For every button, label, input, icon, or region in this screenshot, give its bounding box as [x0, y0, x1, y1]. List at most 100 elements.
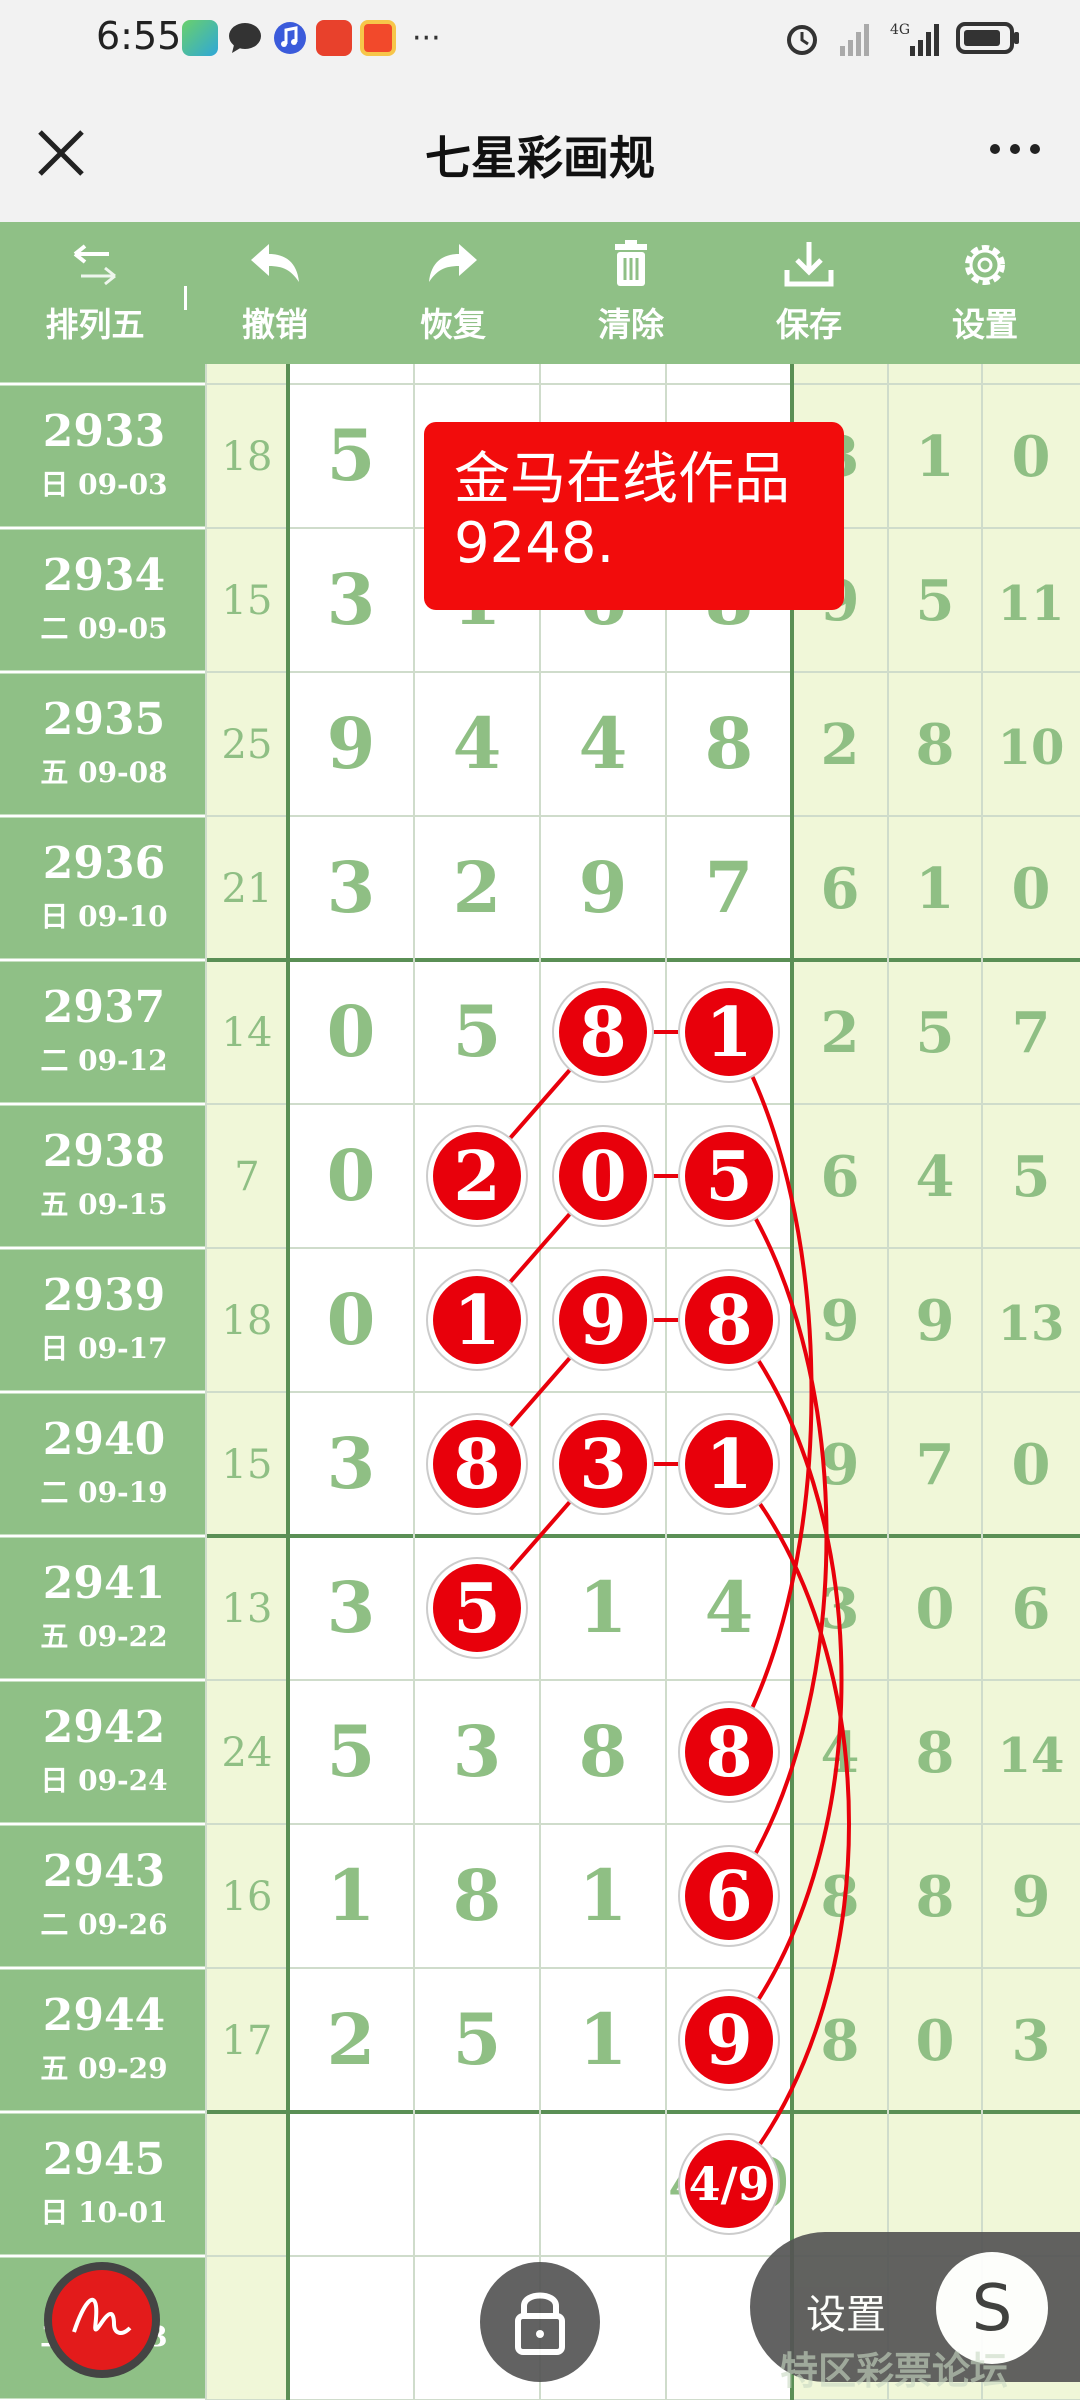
digit-cell[interactable]: 2 — [453, 846, 502, 929]
status-time: 6:55 — [96, 14, 182, 58]
digit-cell[interactable]: 3 — [453, 1710, 502, 1793]
app-screen: { "status_bar": {"time": "6:55", "more":… — [0, 0, 1080, 2400]
notification-icons: ··· — [182, 20, 441, 56]
ball-value[interactable]: 0 — [579, 1137, 626, 1217]
sum-value: 21 — [222, 866, 273, 912]
more-icon[interactable] — [980, 128, 1050, 178]
save-button[interactable]: 保存 — [734, 240, 884, 346]
issue-date: 二 09-05 — [40, 612, 167, 645]
ball-value[interactable]: 1 — [453, 1281, 500, 1361]
gear-icon — [965, 245, 1005, 285]
ball-value[interactable]: 5 — [453, 1569, 500, 1649]
ball-value[interactable]: 8 — [705, 1281, 752, 1361]
stat-cell: 6 — [821, 856, 860, 922]
digit-cell[interactable]: 8 — [705, 702, 754, 785]
ball-value[interactable]: 6 — [705, 1857, 752, 1937]
issue-number: 2933 — [43, 406, 165, 457]
toolbar-separator — [184, 286, 187, 310]
digit-cell[interactable]: 5 — [327, 1710, 376, 1793]
stat-cell: 5 — [916, 1000, 955, 1066]
stat-cell: 7 — [916, 1432, 955, 1498]
toolbar-label: 保存 — [776, 305, 842, 344]
digit-cell[interactable]: 5 — [327, 414, 376, 497]
signal-icon — [840, 24, 869, 56]
issue-number: 2943 — [43, 1846, 165, 1897]
lock-button[interactable] — [480, 2262, 600, 2382]
digit-cell[interactable]: 3 — [327, 1566, 376, 1649]
stat-cell: 9 — [821, 1288, 860, 1354]
digit-cell[interactable]: 1 — [327, 1854, 376, 1937]
stat-cell: 11 — [998, 576, 1065, 632]
digit-cell[interactable]: 9 — [327, 702, 376, 785]
issue-number: 2939 — [43, 1270, 165, 1321]
floating-settings-label[interactable]: 设置 — [806, 2282, 886, 2340]
stat-cell: 5 — [916, 568, 955, 634]
redo-button[interactable]: 恢复 — [378, 240, 528, 346]
stat-cell: 0 — [916, 1576, 955, 1642]
digit-cell[interactable]: 2 — [327, 1998, 376, 2081]
digit-cell[interactable]: 3 — [327, 846, 376, 929]
stat-cell: 8 — [821, 2008, 860, 2074]
battery-icon — [956, 22, 1019, 54]
digit-cell[interactable]: 0 — [327, 1278, 376, 1361]
ball-value[interactable]: 9 — [579, 1281, 626, 1361]
ball-value[interactable]: 1 — [705, 1425, 752, 1505]
redo-icon — [429, 244, 477, 282]
ball-value[interactable]: 1 — [705, 993, 752, 1073]
music-icon — [274, 22, 306, 54]
stat-cell: 2 — [821, 712, 860, 778]
digit-cell[interactable]: 5 — [453, 990, 502, 1073]
digit-cell[interactable]: 4 — [453, 702, 502, 785]
stat-cell: 1 — [916, 424, 955, 490]
ball-value[interactable]: 4/9 — [689, 2157, 770, 2211]
issue-date: 日 09-03 — [40, 468, 167, 501]
digit-cell[interactable]: 4 — [705, 1566, 754, 1649]
ball-value[interactable]: 8 — [453, 1425, 500, 1505]
stat-cell: 2 — [821, 1000, 860, 1066]
ball-value[interactable]: 8 — [705, 1713, 752, 1793]
digit-cell[interactable]: 1 — [579, 1998, 628, 2081]
digit-cell[interactable]: 4 — [579, 702, 628, 785]
more-notifications: ··· — [412, 20, 441, 56]
status-bar: 6:55 ··· 4G — [0, 0, 1080, 78]
undo-button[interactable]: 撤销 — [200, 240, 350, 346]
status-right: 4G — [782, 18, 1020, 58]
issue-number: 2940 — [43, 1414, 165, 1465]
ball-value[interactable]: 2 — [453, 1137, 500, 1217]
overlay-title: 金马在线作品 — [454, 447, 790, 512]
switch-lottery-button[interactable]: 排列五 — [20, 240, 170, 346]
digit-cell[interactable]: 3 — [327, 558, 376, 641]
toolbar-label: 清除 — [598, 305, 664, 344]
sum-value: 16 — [222, 1874, 273, 1920]
digit-cell[interactable]: 8 — [453, 1854, 502, 1937]
digit-cell[interactable]: 0 — [327, 1134, 376, 1217]
stat-cell: 7 — [1012, 1000, 1051, 1066]
digit-cell[interactable]: 0 — [327, 990, 376, 1073]
digit-cell[interactable]: 1 — [579, 1566, 628, 1649]
ball-value[interactable]: 9 — [705, 2001, 752, 2081]
issue-date: 日 09-24 — [40, 1764, 167, 1797]
settings-button[interactable]: 设置 — [910, 240, 1060, 346]
signature-avatar-button[interactable] — [44, 2262, 160, 2378]
issue-number: 2937 — [43, 982, 165, 1033]
watermark: 特区彩票论坛 — [780, 2349, 1009, 2393]
digit-cell[interactable]: 1 — [579, 1854, 628, 1937]
grid-canvas[interactable]: 2933日 09-031853102934二 09-05153168951129… — [0, 364, 1080, 2400]
signal-4g-icon: 4G — [890, 22, 939, 56]
toolbar-label: 撤销 — [242, 305, 308, 344]
toolbar-label: 排列五 — [45, 305, 145, 344]
digit-cell[interactable]: 9 — [579, 846, 628, 929]
stat-cell: 14 — [998, 1728, 1065, 1784]
issue-date: 二 09-12 — [40, 1044, 167, 1077]
ball-value[interactable]: 8 — [579, 993, 626, 1073]
ball-value[interactable]: 5 — [705, 1137, 752, 1217]
digit-cell[interactable]: 3 — [327, 1422, 376, 1505]
stat-cell: 9 — [1012, 1864, 1051, 1930]
ball-value[interactable]: 3 — [579, 1425, 626, 1505]
issue-date: 五 09-15 — [40, 1188, 167, 1221]
digit-cell[interactable]: 5 — [453, 1998, 502, 2081]
clear-button[interactable]: 清除 — [556, 240, 706, 346]
alarm-icon — [787, 25, 817, 55]
digit-cell[interactable]: 7 — [705, 846, 754, 929]
digit-cell[interactable]: 8 — [579, 1710, 628, 1793]
